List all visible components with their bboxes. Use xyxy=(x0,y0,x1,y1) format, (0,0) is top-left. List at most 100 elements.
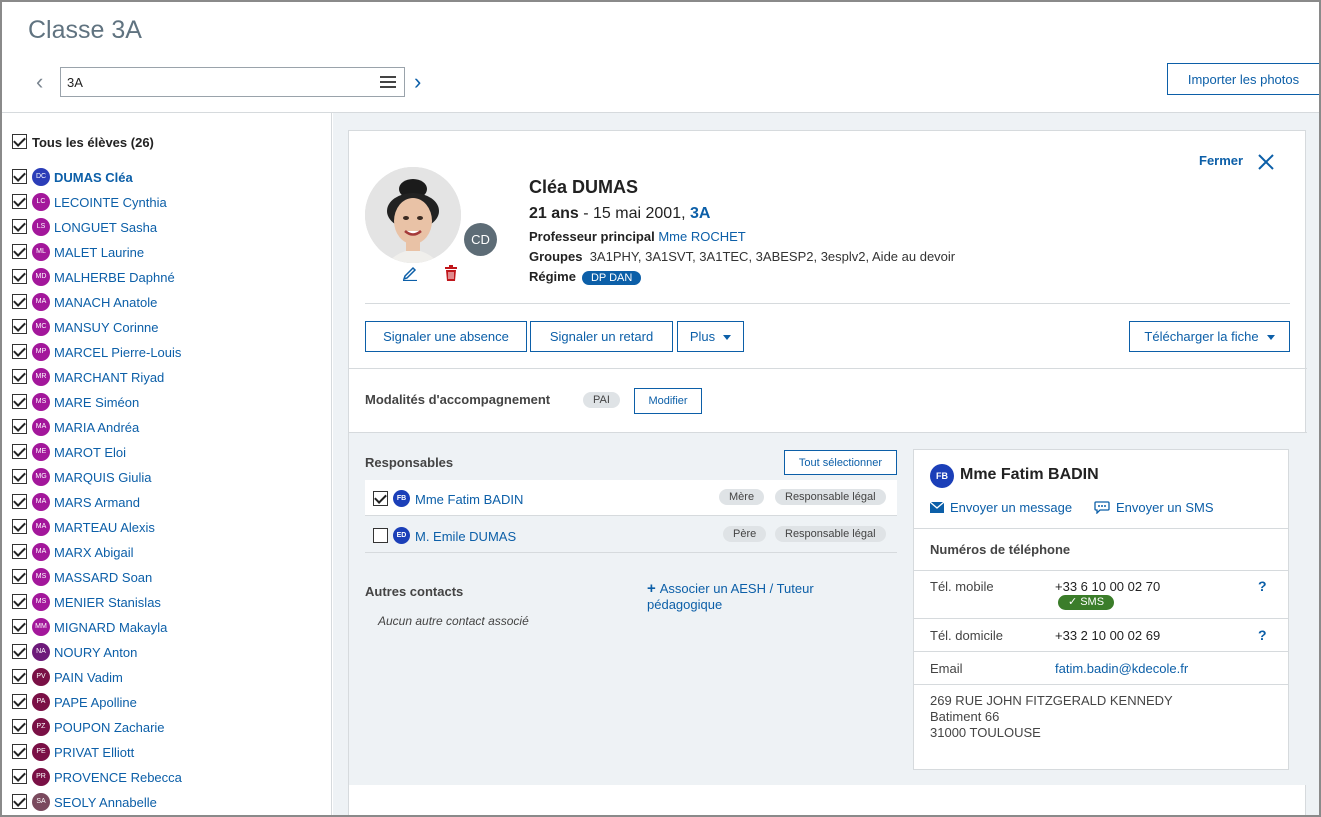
student-checkbox[interactable] xyxy=(12,719,27,734)
student-checkbox[interactable] xyxy=(12,294,27,309)
student-name-link[interactable]: POUPON Zacharie xyxy=(54,720,165,735)
student-list-item[interactable]: PZ POUPON Zacharie xyxy=(12,717,322,742)
student-checkbox[interactable] xyxy=(12,494,27,509)
student-list-item[interactable]: MA MARTEAU Alexis xyxy=(12,517,322,542)
student-list-item[interactable]: PV PAIN Vadim xyxy=(12,667,322,692)
student-list-item[interactable]: PE PRIVAT Elliott xyxy=(12,742,322,767)
student-name-link[interactable]: MANSUY Corinne xyxy=(54,320,159,335)
student-checkbox[interactable] xyxy=(12,669,27,684)
student-list-item[interactable]: LC LECOINTE Cynthia xyxy=(12,192,322,217)
student-name-link[interactable]: MANACH Anatole xyxy=(54,295,157,310)
student-name-link[interactable]: PROVENCE Rebecca xyxy=(54,770,182,785)
report-late-button[interactable]: Signaler un retard xyxy=(530,321,673,352)
email-link[interactable]: fatim.badin@kdecole.fr xyxy=(1055,661,1188,676)
student-name-link[interactable]: MARE Siméon xyxy=(54,395,139,410)
student-list-item[interactable]: ME MAROT Eloi xyxy=(12,442,322,467)
prof-value[interactable]: Mme ROCHET xyxy=(658,229,745,244)
student-list-item[interactable]: MD MALHERBE Daphné xyxy=(12,267,322,292)
student-list-item[interactable]: DC DUMAS Cléa xyxy=(12,167,322,192)
student-checkbox[interactable] xyxy=(12,419,27,434)
student-name-link[interactable]: MARCHANT Riyad xyxy=(54,370,164,385)
student-name-link[interactable]: MASSARD Soan xyxy=(54,570,152,585)
student-checkbox[interactable] xyxy=(12,394,27,409)
student-name-link[interactable]: MENIER Stanislas xyxy=(54,595,161,610)
student-name-link[interactable]: PAIN Vadim xyxy=(54,670,123,685)
student-name-link[interactable]: MALHERBE Daphné xyxy=(54,270,175,285)
student-name-link[interactable]: MARCEL Pierre-Louis xyxy=(54,345,181,360)
student-checkbox[interactable] xyxy=(12,369,27,384)
home-phone-help-icon[interactable]: ? xyxy=(1258,627,1267,643)
student-checkbox[interactable] xyxy=(12,619,27,634)
student-checkbox[interactable] xyxy=(12,269,27,284)
student-name-link[interactable]: MARTEAU Alexis xyxy=(54,520,155,535)
guardian-checkbox[interactable] xyxy=(373,491,388,506)
student-list-item[interactable]: MC MANSUY Corinne xyxy=(12,317,322,342)
student-name-link[interactable]: SEOLY Annabelle xyxy=(54,795,157,810)
student-checkbox[interactable] xyxy=(12,544,27,559)
student-list-item[interactable]: MR MARCHANT Riyad xyxy=(12,367,322,392)
student-checkbox[interactable] xyxy=(12,569,27,584)
student-list-item[interactable]: MS MASSARD Soan xyxy=(12,567,322,592)
student-checkbox[interactable] xyxy=(12,769,27,784)
student-checkbox[interactable] xyxy=(12,519,27,534)
modify-modalities-button[interactable]: Modifier xyxy=(634,388,702,414)
student-checkbox[interactable] xyxy=(12,219,27,234)
class-selector[interactable]: 3A xyxy=(60,67,405,97)
student-list-item[interactable]: MA MARX Abigail xyxy=(12,542,322,567)
student-list-item[interactable]: SA SEOLY Annabelle xyxy=(12,792,322,815)
import-photos-button[interactable]: Importer les photos xyxy=(1167,63,1319,95)
student-checkbox[interactable] xyxy=(12,319,27,334)
menu-icon[interactable] xyxy=(380,76,396,88)
student-checkbox[interactable] xyxy=(12,744,27,759)
student-name-link[interactable]: LONGUET Sasha xyxy=(54,220,157,235)
student-name-link[interactable]: MAROT Eloi xyxy=(54,445,126,460)
student-name-link[interactable]: PAPE Apolline xyxy=(54,695,137,710)
student-checkbox[interactable] xyxy=(12,244,27,259)
select-all-button[interactable]: Tout sélectionner xyxy=(784,450,897,475)
student-list-item[interactable]: MP MARCEL Pierre-Louis xyxy=(12,342,322,367)
report-absence-button[interactable]: Signaler une absence xyxy=(365,321,527,352)
all-students-checkbox[interactable] xyxy=(12,134,27,149)
student-list-item[interactable]: PR PROVENCE Rebecca xyxy=(12,767,322,792)
download-sheet-button[interactable]: Télécharger la fiche xyxy=(1129,321,1290,352)
send-sms-link[interactable]: Envoyer un SMS xyxy=(1094,500,1214,515)
trash-icon[interactable] xyxy=(444,265,458,281)
student-checkbox[interactable] xyxy=(12,469,27,484)
previous-class-chevron-icon[interactable]: ‹ xyxy=(36,71,52,93)
student-checkbox[interactable] xyxy=(12,344,27,359)
student-list-item[interactable]: NA NOURY Anton xyxy=(12,642,322,667)
student-list-item[interactable]: MS MENIER Stanislas xyxy=(12,592,322,617)
student-checkbox[interactable] xyxy=(12,594,27,609)
student-list-item[interactable]: MM MIGNARD Makayla xyxy=(12,617,322,642)
student-name-link[interactable]: PRIVAT Elliott xyxy=(54,745,134,760)
guardian-name-link[interactable]: M. Emile DUMAS xyxy=(415,529,516,544)
more-dropdown-button[interactable]: Plus xyxy=(677,321,744,352)
guardian-checkbox[interactable] xyxy=(373,528,388,543)
associate-tutor-link[interactable]: + Associer un AESH / Tuteur pédagogique xyxy=(647,581,847,613)
student-list-item[interactable]: MA MARS Armand xyxy=(12,492,322,517)
student-checkbox[interactable] xyxy=(12,644,27,659)
student-checkbox[interactable] xyxy=(12,694,27,709)
student-name-link[interactable]: MIGNARD Makayla xyxy=(54,620,167,635)
close-icon[interactable] xyxy=(1257,153,1275,171)
student-list-item[interactable]: MG MARQUIS Giulia xyxy=(12,467,322,492)
student-checkbox[interactable] xyxy=(12,794,27,809)
student-list-item[interactable]: ML MALET Laurine xyxy=(12,242,322,267)
student-list-item[interactable]: PA PAPE Apolline xyxy=(12,692,322,717)
student-list-item[interactable]: MA MANACH Anatole xyxy=(12,292,322,317)
guardian-row[interactable]: ED M. Emile DUMAS Père Responsable légal xyxy=(365,517,897,553)
guardian-row[interactable]: FB Mme Fatim BADIN Mère Responsable légal xyxy=(365,480,897,516)
student-name-link[interactable]: NOURY Anton xyxy=(54,645,137,660)
student-name-link[interactable]: MARX Abigail xyxy=(54,545,133,560)
student-class-link[interactable]: 3A xyxy=(690,205,710,222)
student-name-link[interactable]: MARIA Andréa xyxy=(54,420,139,435)
student-name-link[interactable]: MARQUIS Giulia xyxy=(54,470,152,485)
student-list-item[interactable]: LS LONGUET Sasha xyxy=(12,217,322,242)
send-message-link[interactable]: Envoyer un message xyxy=(929,500,1072,515)
student-list-item[interactable]: MA MARIA Andréa xyxy=(12,417,322,442)
mobile-help-icon[interactable]: ? xyxy=(1258,578,1267,594)
student-name-link[interactable]: DUMAS Cléa xyxy=(54,170,133,185)
student-checkbox[interactable] xyxy=(12,194,27,209)
student-name-link[interactable]: MARS Armand xyxy=(54,495,140,510)
student-name-link[interactable]: LECOINTE Cynthia xyxy=(54,195,167,210)
